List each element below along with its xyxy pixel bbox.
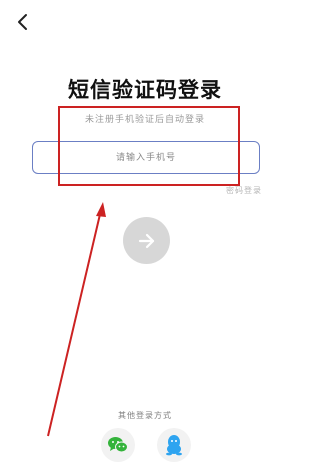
password-login-link[interactable]: 密码登录 [226,185,262,196]
phone-number-input[interactable] [32,141,260,174]
arrow-right-icon [138,233,154,248]
qq-login-button[interactable] [157,428,191,462]
wechat-login-button[interactable] [101,428,135,462]
subtitle: 未注册手机验证后自动登录 [84,115,205,125]
other-login-methods-label: 其他登录方式 [118,411,172,420]
next-button[interactable] [123,217,170,264]
chevron-left-icon [18,14,27,30]
wechat-icon [108,437,128,453]
qq-icon [166,435,182,456]
back-button[interactable] [14,12,34,32]
page-title: 短信验证码登录 [68,77,222,102]
